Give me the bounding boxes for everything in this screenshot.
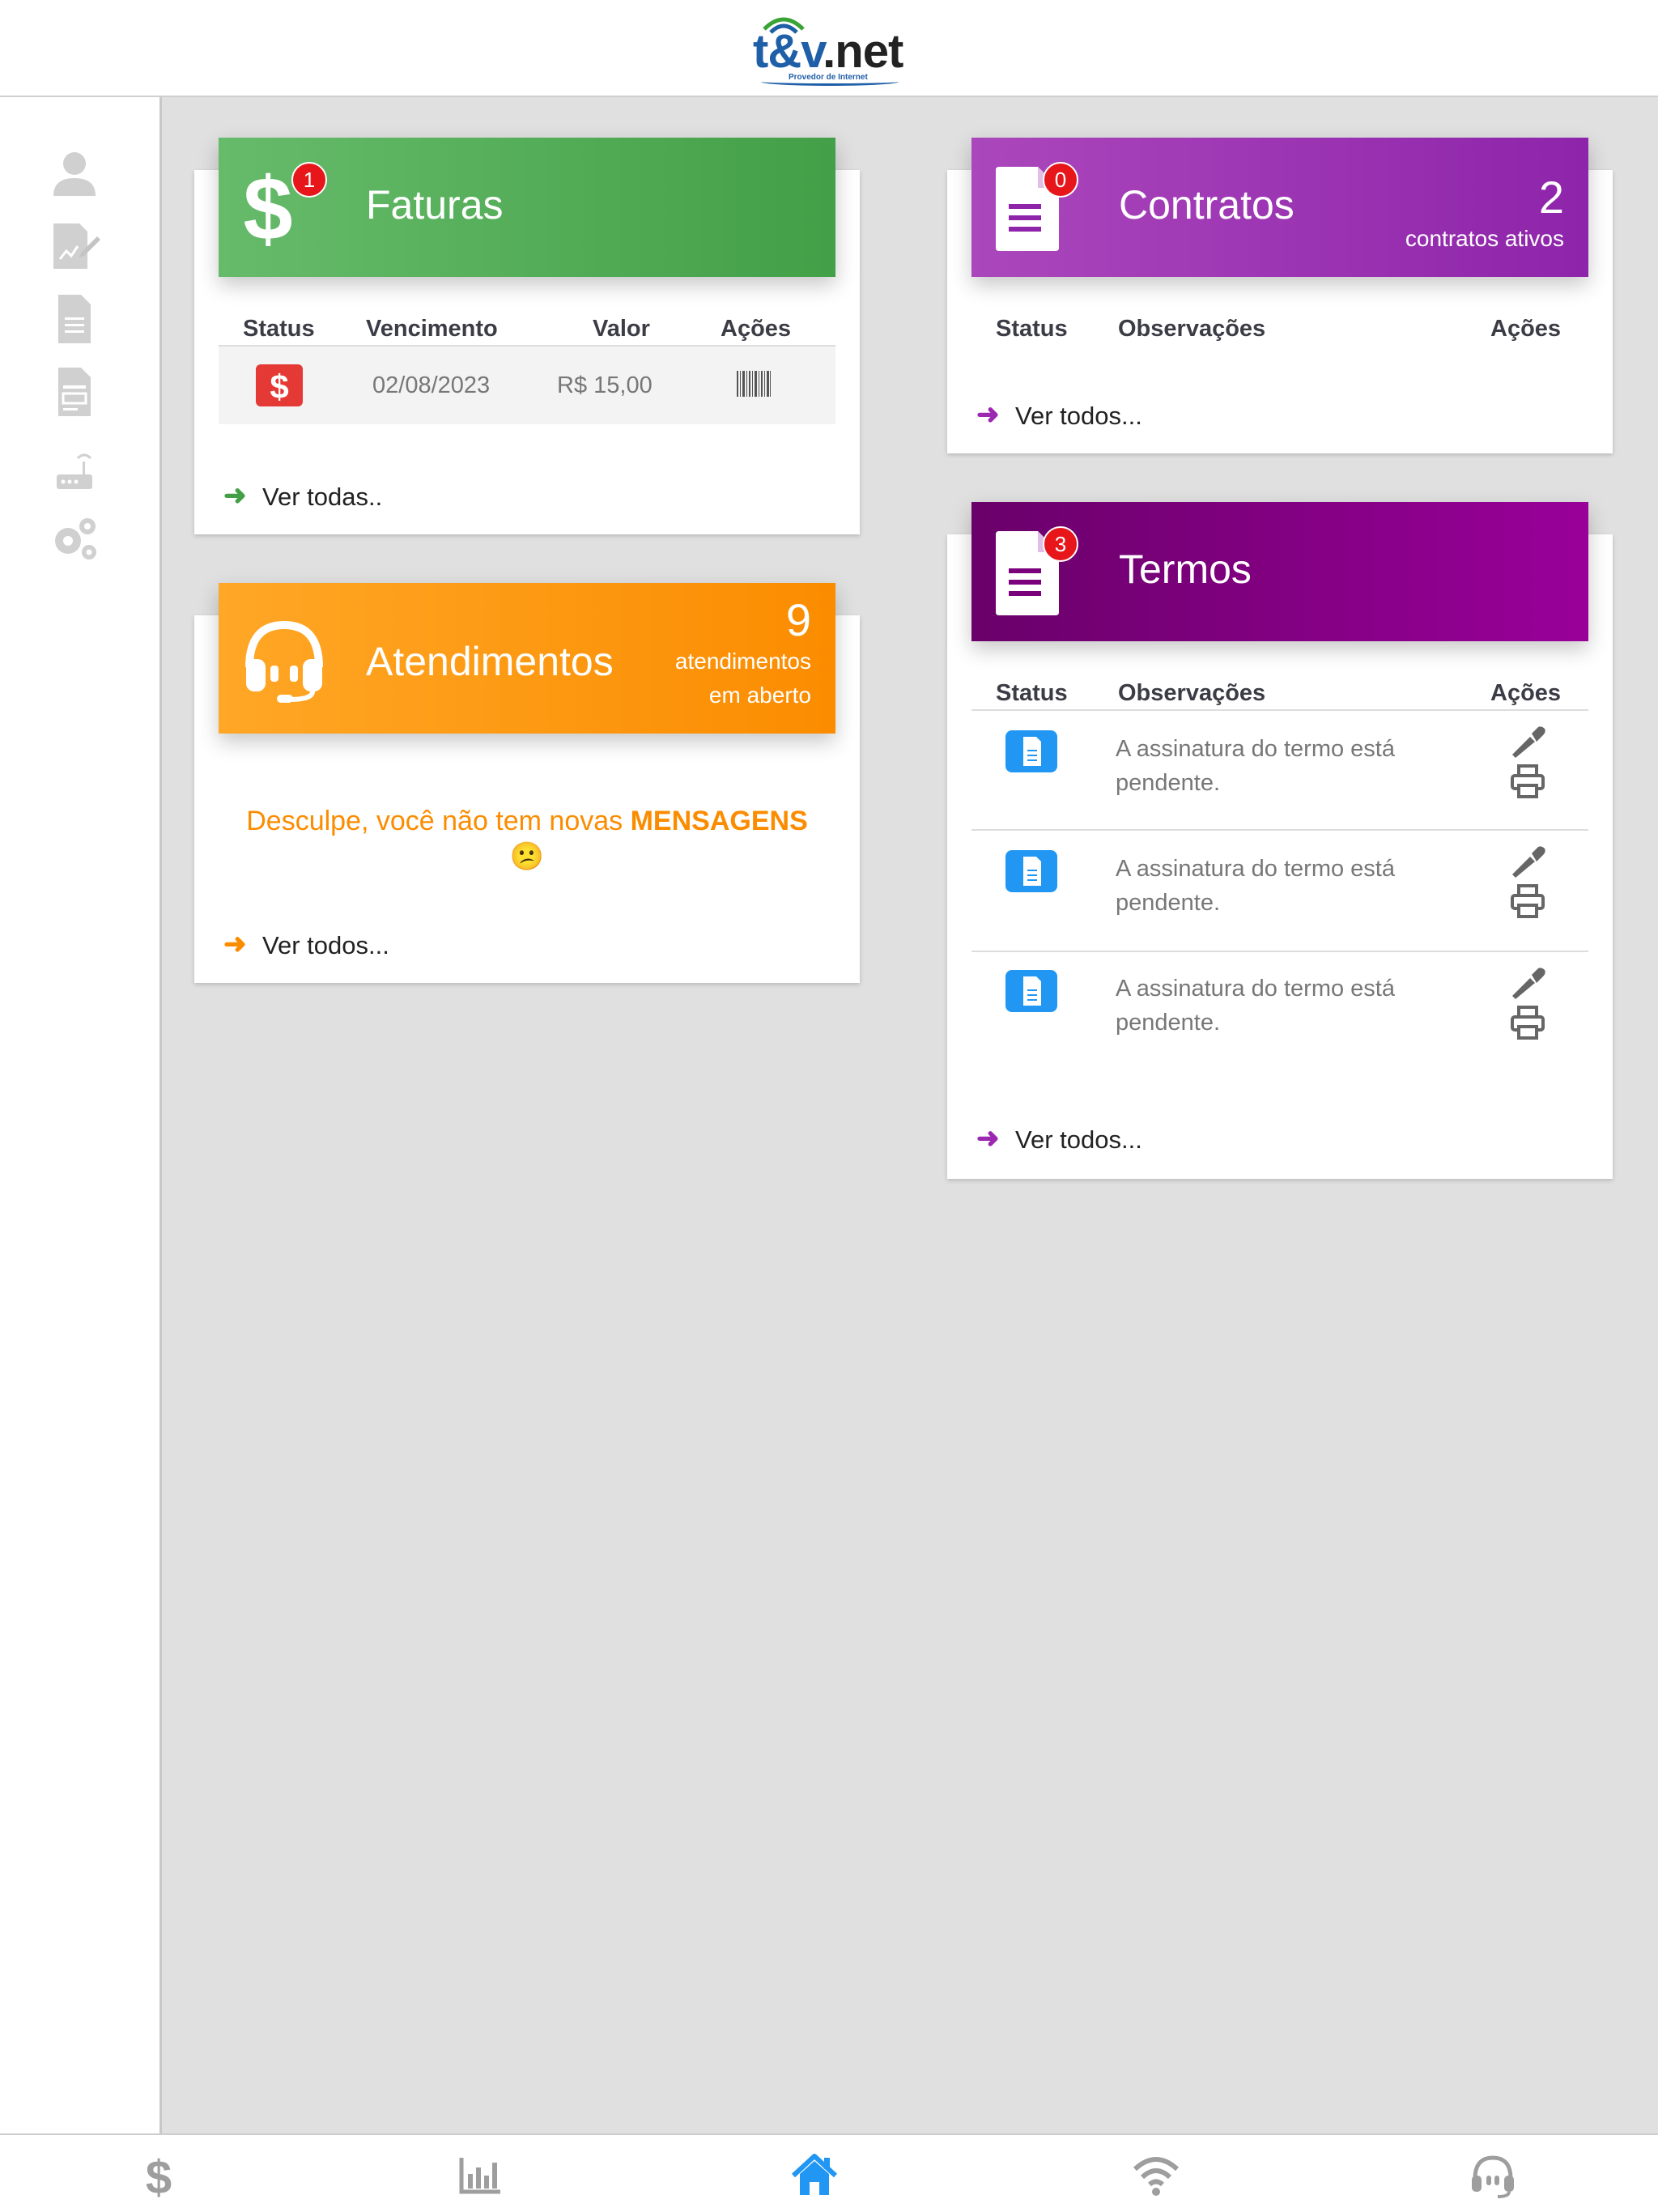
termos-card: 3 Termos Status Observações Ações A assi… [947, 502, 1613, 1179]
term-observation-line1: A assinatura do termo está [1116, 976, 1395, 1002]
contratos-header[interactable]: 0 Contratos 2 contratos ativos [971, 138, 1588, 277]
col-vencimento: Vencimento [366, 316, 498, 342]
term-document-icon [1005, 970, 1057, 1012]
sad-emoji-icon: 😕 [509, 841, 545, 872]
col-acoes: Ações [1490, 680, 1562, 706]
svg-text:$: $ [146, 2151, 172, 2200]
term-observation-line2: pendente. [1116, 1010, 1221, 1036]
term-observation: A assinatura do termo está pendente. [1116, 732, 1395, 800]
table-row: $ 02/08/2023 R$ 15,00 [219, 347, 835, 424]
nav-wifi-icon[interactable] [1132, 2151, 1180, 2200]
contratos-sub: contratos ativos [1405, 226, 1564, 251]
dollar-icon: $ [243, 165, 292, 254]
empty-message: Desculpe, você não tem novas MENSAGENS 😕 [194, 803, 860, 874]
col-observacoes: Observações [1118, 680, 1266, 706]
table-row: A assinatura do termo está pendente. [971, 954, 1588, 1074]
logo-text: t&v.net [753, 25, 903, 78]
termos-header[interactable]: 3 Termos [971, 502, 1588, 641]
logo-subtitle: Provedor de Internet [789, 73, 868, 82]
faturas-card: $ 1 Faturas Status Vencimento Valor Açõe… [194, 138, 860, 534]
row-valor: R$ 15,00 [557, 372, 653, 398]
contratos-badge: 0 [1043, 162, 1078, 198]
term-document-icon [1005, 730, 1057, 772]
sign-pen-icon[interactable] [1511, 845, 1546, 879]
router-icon[interactable] [49, 447, 100, 499]
termos-badge: 3 [1043, 526, 1078, 562]
document-icon[interactable] [49, 293, 100, 345]
col-valor: Valor [593, 316, 650, 342]
atendimentos-header[interactable]: Atendimentos 9 atendimentos em aberto [219, 583, 835, 734]
faturas-see-all-link[interactable]: Ver todas.. [262, 483, 382, 512]
term-observation-line1: A assinatura do termo está [1116, 736, 1395, 762]
col-acoes: Ações [721, 316, 792, 342]
term-document-icon [1005, 850, 1057, 892]
table-row: A assinatura do termo está pendente. [971, 832, 1588, 952]
atendimentos-summary: 9 atendimentos em aberto [675, 596, 811, 713]
headset-icon [245, 620, 323, 703]
arrow-right-icon[interactable]: ➜ [976, 398, 1000, 431]
term-observation: A assinatura do termo está pendente. [1116, 972, 1395, 1040]
arrow-right-icon[interactable]: ➜ [223, 479, 247, 512]
sign-pen-icon[interactable] [1511, 725, 1546, 759]
col-observacoes: Observações [1118, 316, 1266, 342]
faturas-badge: 1 [291, 162, 327, 198]
sidebar [0, 97, 162, 2133]
nav-home-icon[interactable] [790, 2151, 839, 2200]
contratos-summary: 2 contratos ativos [1405, 173, 1564, 256]
termos-title: Termos [1119, 547, 1252, 592]
term-observation-line2: pendente. [1116, 770, 1221, 796]
col-acoes: Ações [1490, 316, 1562, 342]
atendimentos-sub1: atendimentos [674, 649, 811, 674]
table-row: A assinatura do termo está pendente. [971, 711, 1588, 831]
empty-message-text: Desculpe, você não tem novas [246, 806, 631, 836]
contratos-see-all-link[interactable]: Ver todos... [1015, 402, 1142, 431]
term-observation-line2: pendente. [1116, 890, 1221, 916]
print-icon[interactable] [1511, 1006, 1545, 1040]
contratos-card: 0 Contratos 2 contratos ativos Status Ob… [947, 138, 1613, 453]
col-status: Status [243, 316, 315, 342]
row-vencimento: 02/08/2023 [372, 372, 491, 398]
bottom-navigation: $ [0, 2133, 1658, 2212]
faturas-header[interactable]: $ 1 Faturas [219, 138, 835, 277]
nav-dollar-icon[interactable]: $ [134, 2151, 183, 2200]
print-icon[interactable] [1511, 884, 1545, 918]
empty-message-strong: MENSAGENS [630, 806, 808, 836]
atendimentos-sub2: em aberto [708, 683, 811, 708]
barcode-icon[interactable] [737, 371, 771, 397]
svg-text:$: $ [243, 165, 292, 254]
user-icon[interactable] [49, 147, 100, 199]
col-status: Status [996, 316, 1068, 342]
dollar-status-icon: $ [256, 364, 303, 406]
atendimentos-see-all-link[interactable]: Ver todos... [262, 931, 389, 960]
settings-icon[interactable] [49, 512, 100, 564]
contratos-title: Contratos [1119, 182, 1295, 228]
termos-see-all-link[interactable]: Ver todos... [1015, 1125, 1142, 1155]
arrow-right-icon[interactable]: ➜ [223, 928, 247, 960]
atendimentos-title: Atendimentos [366, 639, 614, 684]
contract-document-icon[interactable] [49, 366, 100, 418]
svg-text:$: $ [270, 368, 288, 406]
arrow-right-icon[interactable]: ➜ [976, 1122, 1000, 1155]
col-status: Status [996, 680, 1068, 706]
faturas-title: Faturas [366, 182, 504, 228]
atendimentos-count: 9 [785, 594, 811, 645]
atendimentos-card: Atendimentos 9 atendimentos em aberto De… [194, 583, 860, 983]
nav-chart-icon[interactable] [457, 2151, 505, 2200]
term-observation: A assinatura do termo está pendente. [1116, 852, 1395, 920]
top-bar: t&v.net Provedor de Internet [0, 0, 1658, 97]
tv-net-logo[interactable]: t&v.net Provedor de Internet [753, 11, 907, 86]
nav-headset-icon[interactable] [1469, 2151, 1517, 2200]
signature-document-icon[interactable] [49, 220, 100, 272]
contratos-count: 2 [1538, 172, 1564, 223]
sign-pen-icon[interactable] [1511, 967, 1546, 1001]
print-icon[interactable] [1511, 764, 1545, 798]
term-observation-line1: A assinatura do termo está [1116, 856, 1395, 882]
